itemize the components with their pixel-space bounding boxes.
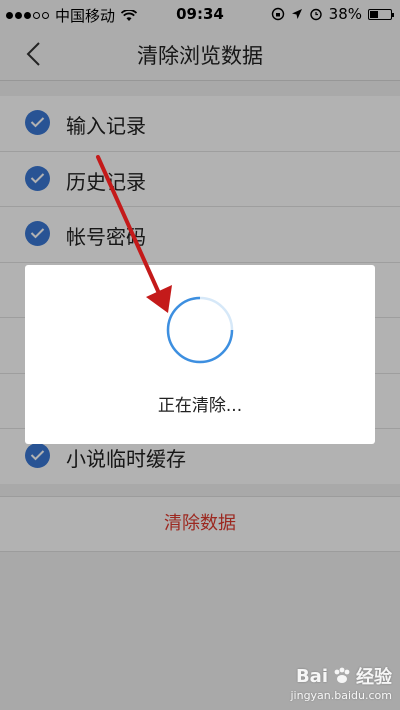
watermark-logo: Bai 经验 [290,663,392,689]
watermark-url: jingyan.baidu.com [290,689,392,702]
annotation-arrow-icon [96,155,172,313]
paw-icon [334,667,350,683]
baidu-jingyan-watermark: Bai 经验 jingyan.baidu.com [290,663,392,703]
watermark-brand: 经验 [356,667,392,688]
